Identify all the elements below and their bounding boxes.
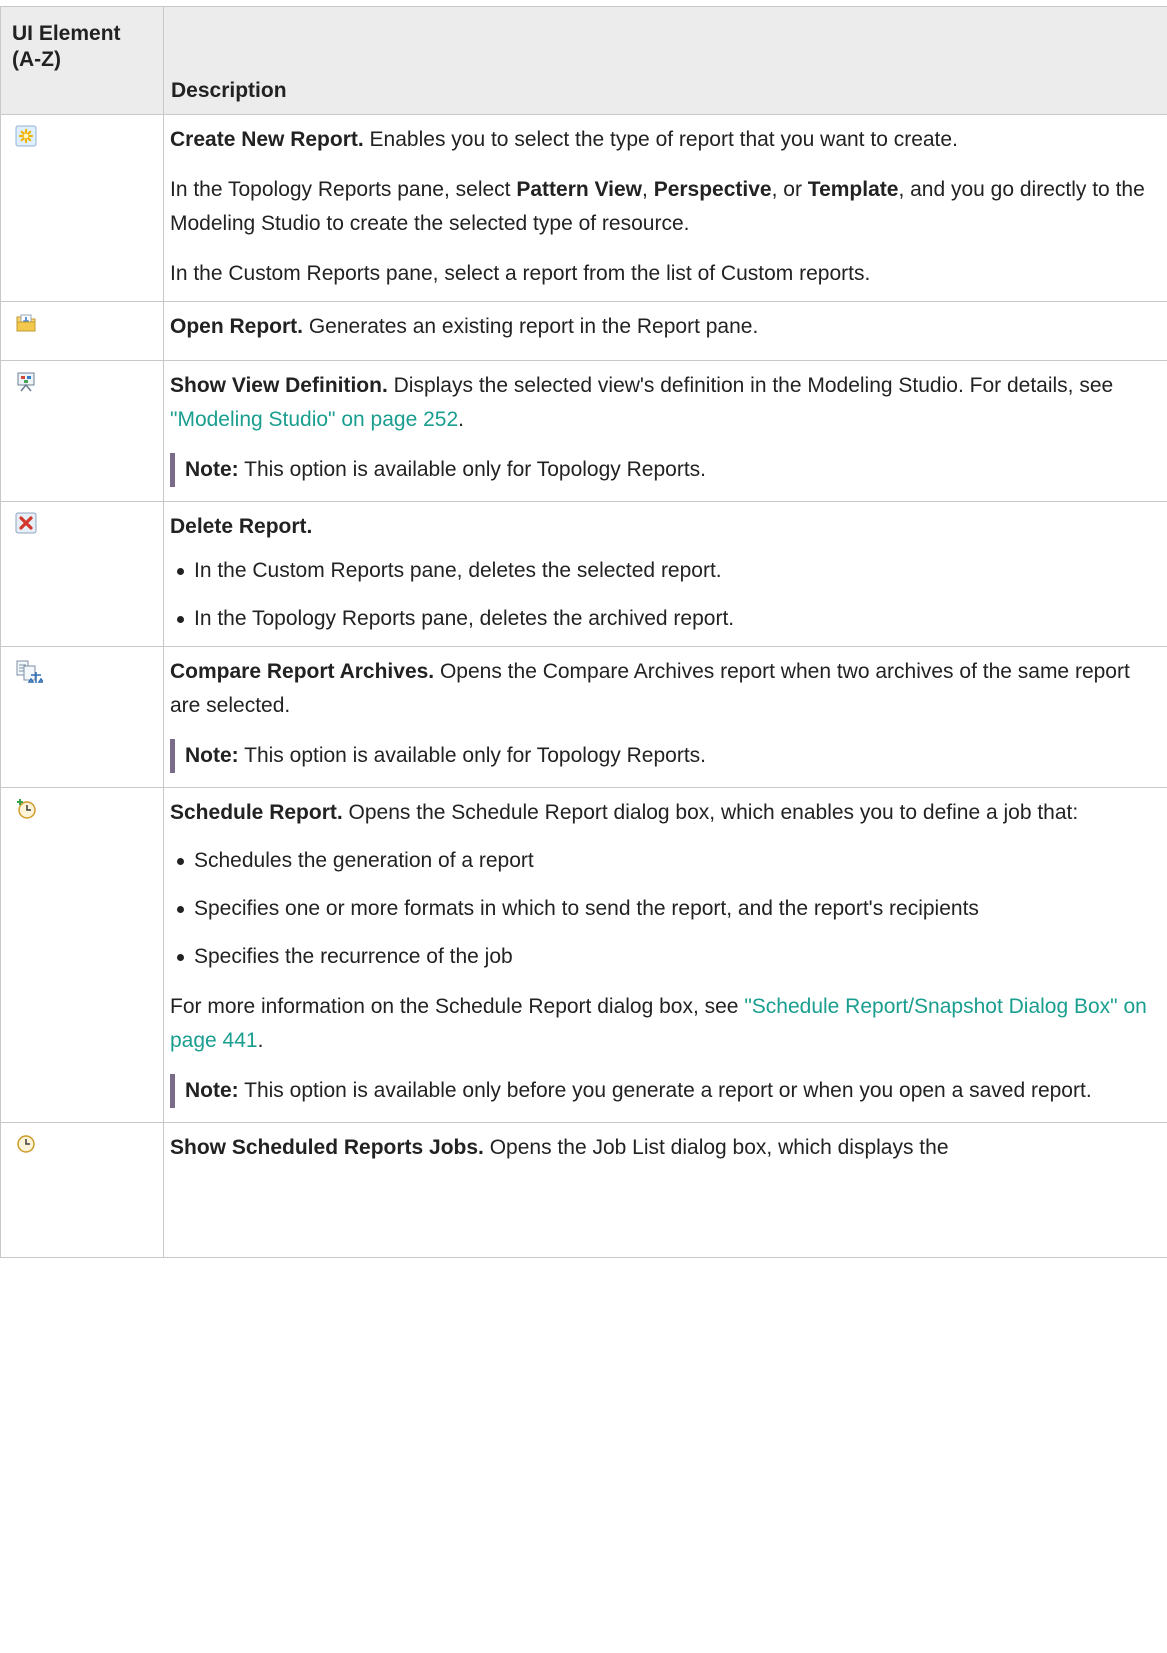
header-description: Description: [163, 6, 1167, 115]
description-cell: Create New Report. Enables you to select…: [163, 114, 1167, 302]
list-item: In the Topology Reports pane, deletes th…: [177, 602, 1147, 636]
item-text: Enables you to select the type of report…: [363, 128, 958, 151]
paragraph: Show Scheduled Reports Jobs. Opens the J…: [170, 1129, 1147, 1167]
description-cell: Open Report. Generates an existing repor…: [163, 301, 1167, 361]
table-row: Compare Report Archives. Opens the Compa…: [0, 646, 1167, 788]
text-run: In the Topology Reports pane, select: [170, 178, 517, 201]
paragraph: In the Custom Reports pane, select a rep…: [170, 262, 871, 285]
item-title: Schedule Report.: [170, 801, 343, 824]
description-cell: Show Scheduled Reports Jobs. Opens the J…: [163, 1122, 1167, 1258]
note-block: Note: This option is available only for …: [170, 739, 1147, 773]
paragraph: For more information on the Schedule Rep…: [170, 988, 1147, 1060]
icon-cell: [0, 301, 164, 361]
table-row: Show Scheduled Reports Jobs. Opens the J…: [0, 1122, 1167, 1258]
paragraph: Open Report. Generates an existing repor…: [170, 308, 1147, 346]
icon-cell: [0, 114, 164, 302]
description-cell: Compare Report Archives. Opens the Compa…: [163, 646, 1167, 788]
description-cell: Schedule Report. Opens the Schedule Repo…: [163, 787, 1167, 1123]
bullet-list: In the Custom Reports pane, deletes the …: [170, 554, 1147, 636]
note-label: Note:: [185, 744, 239, 767]
list-item: In the Custom Reports pane, deletes the …: [177, 554, 1147, 588]
text-run: .: [458, 408, 464, 431]
table-row: Create New Report. Enables you to select…: [0, 114, 1167, 302]
item-text: Opens the Schedule Report dialog box, wh…: [342, 801, 1079, 824]
note-text: This option is available only for Topolo…: [238, 458, 706, 481]
page: UI Element (A-Z) Description Create New …: [0, 0, 1167, 1653]
table-row: Open Report. Generates an existing repor…: [0, 301, 1167, 361]
table-header-row: UI Element (A-Z) Description: [0, 6, 1167, 115]
icon-cell: [0, 787, 164, 1123]
list-item: Specifies the recurrence of the job: [177, 940, 1147, 974]
bullet-list: Schedules the generation of a report Spe…: [170, 844, 1147, 974]
paragraph: Create New Report. Enables you to select…: [170, 121, 1147, 159]
paragraph: In the Topology Reports pane, select Pat…: [170, 171, 1147, 243]
text-run: For more information on the Schedule Rep…: [170, 995, 745, 1018]
item-title: Delete Report.: [170, 515, 313, 538]
text-run: .: [257, 1029, 264, 1052]
bold-term: Perspective: [653, 178, 772, 201]
note-text: This option is available only before you…: [238, 1079, 1092, 1102]
paragraph: Schedule Report. Opens the Schedule Repo…: [170, 794, 1147, 832]
bold-term: Pattern View: [516, 178, 643, 201]
open-report-icon[interactable]: [15, 311, 37, 333]
ui-elements-table: UI Element (A-Z) Description Create New …: [0, 6, 1167, 1258]
list-item: Schedules the generation of a report: [177, 844, 1147, 878]
paragraph: Show View Definition. Displays the selec…: [170, 367, 1147, 439]
item-title: Show Scheduled Reports Jobs.: [170, 1136, 484, 1159]
text-run: ,: [642, 178, 654, 201]
text-run: , or: [771, 178, 808, 201]
modeling-studio-link[interactable]: "Modeling Studio" on page 252: [170, 408, 458, 431]
note-label: Note:: [185, 458, 239, 481]
table-row: Delete Report. In the Custom Reports pan…: [0, 501, 1167, 647]
item-text: Opens the Job List dialog box, which dis…: [483, 1136, 949, 1159]
show-scheduled-reports-jobs-icon[interactable]: [15, 1132, 37, 1154]
compare-report-archives-icon[interactable]: [15, 659, 45, 685]
note-block: Note: This option is available only befo…: [170, 1074, 1147, 1108]
note-label: Note:: [185, 1079, 239, 1102]
icon-cell: [0, 360, 164, 502]
icon-cell: [0, 1122, 164, 1258]
icon-cell: [0, 501, 164, 647]
item-text: Displays the selected view's definition …: [387, 374, 1114, 397]
show-view-definition-icon[interactable]: [15, 370, 37, 392]
delete-report-icon[interactable]: [15, 511, 37, 534]
description-cell: Delete Report. In the Custom Reports pan…: [163, 501, 1167, 647]
note-text: This option is available only for Topolo…: [238, 744, 706, 767]
item-title: Show View Definition.: [170, 374, 388, 397]
item-text: Generates an existing report in the Repo…: [303, 315, 759, 338]
header-ui-element: UI Element (A-Z): [0, 6, 164, 115]
note-block: Note: This option is available only for …: [170, 453, 1147, 487]
description-cell: Show View Definition. Displays the selec…: [163, 360, 1167, 502]
item-title: Compare Report Archives.: [170, 660, 435, 683]
paragraph: Delete Report.: [170, 508, 1147, 546]
create-new-report-icon[interactable]: [15, 124, 37, 147]
list-item: Specifies one or more formats in which t…: [177, 892, 1147, 926]
table-row: Schedule Report. Opens the Schedule Repo…: [0, 787, 1167, 1123]
item-title: Create New Report.: [170, 128, 364, 151]
table-row: Show View Definition. Displays the selec…: [0, 360, 1167, 502]
schedule-report-icon[interactable]: [15, 797, 37, 819]
item-title: Open Report.: [170, 315, 304, 338]
icon-cell: [0, 646, 164, 788]
paragraph: Compare Report Archives. Opens the Compa…: [170, 653, 1147, 725]
bold-term: Template: [807, 178, 899, 201]
